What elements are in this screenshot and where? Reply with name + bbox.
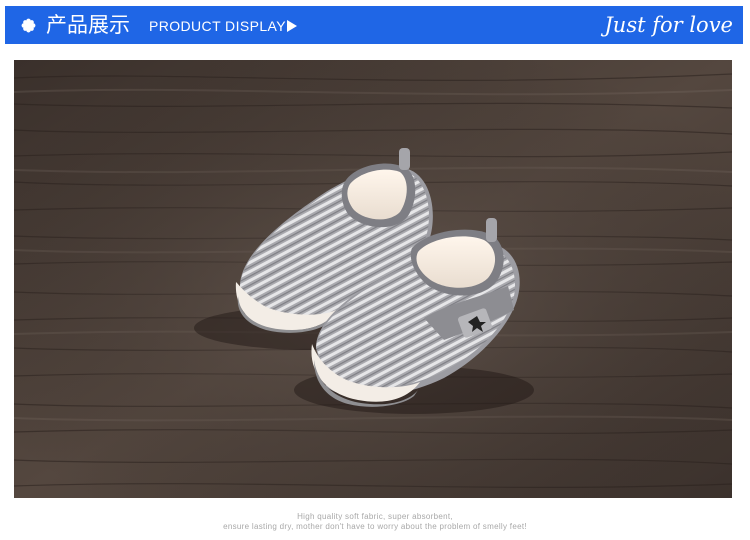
tagline: Just for love xyxy=(604,13,733,37)
play-arrow-icon xyxy=(287,20,297,32)
caption-line-1: High quality soft fabric, super absorben… xyxy=(297,512,453,521)
baby-shoes-image xyxy=(14,60,732,498)
caption-line-2: ensure lasting dry, mother don't have to… xyxy=(223,522,527,531)
section-title-cn: 产品展示 xyxy=(46,13,130,37)
product-photo xyxy=(14,60,732,498)
section-title-en: PRODUCT DISPLAY xyxy=(149,18,286,34)
section-header: 产品展示 PRODUCT DISPLAY Just for love xyxy=(5,6,743,44)
flower-bullet-icon xyxy=(21,18,36,33)
product-caption: High quality soft fabric, super absorben… xyxy=(0,512,750,532)
